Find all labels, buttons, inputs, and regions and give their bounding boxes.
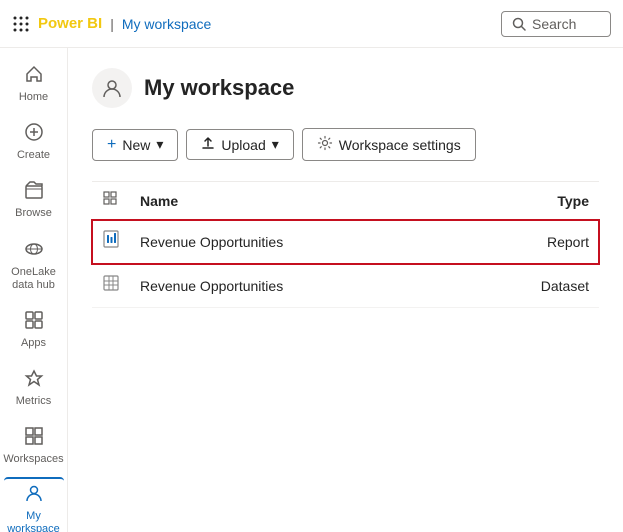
sidebar-workspaces-label: Workspaces bbox=[3, 453, 63, 466]
search-label: Search bbox=[532, 16, 576, 32]
col-type-header: Type bbox=[461, 182, 599, 220]
grid-icon[interactable] bbox=[12, 15, 30, 33]
content-header: My workspace bbox=[92, 68, 599, 108]
sidebar-item-home[interactable]: Home bbox=[4, 56, 64, 112]
sidebar-metrics-label: Metrics bbox=[16, 395, 51, 408]
workspace-settings-button[interactable]: Workspace settings bbox=[302, 128, 476, 161]
sidebar-item-create[interactable]: Create bbox=[4, 114, 64, 170]
table-row[interactable]: Revenue Opportunities Report bbox=[92, 220, 599, 264]
onelake-icon bbox=[24, 239, 44, 264]
page-title: My workspace bbox=[144, 75, 294, 101]
browse-icon bbox=[24, 180, 44, 205]
metrics-icon bbox=[24, 368, 44, 393]
chevron-down-icon: ▾ bbox=[156, 136, 163, 153]
row2-icon-cell bbox=[92, 264, 130, 308]
col-icon-header bbox=[92, 182, 130, 220]
upload-icon bbox=[201, 136, 215, 153]
col-name-header: Name bbox=[130, 182, 461, 220]
sidebar-item-onelake[interactable]: OneLake data hub bbox=[4, 231, 64, 300]
app-logo[interactable]: Power BI bbox=[38, 15, 102, 32]
topbar-separator: | bbox=[110, 16, 114, 32]
new-button-label: New bbox=[122, 137, 150, 153]
workspaces-icon bbox=[24, 426, 44, 451]
sidebar-item-apps[interactable]: Apps bbox=[4, 302, 64, 358]
sidebar-myworkspace-label: My workspace bbox=[7, 510, 60, 532]
topbar-left: Power BI | My workspace bbox=[12, 15, 211, 33]
sidebar-onelake-label: OneLake data hub bbox=[8, 266, 60, 292]
sidebar-apps-label: Apps bbox=[21, 337, 46, 350]
workspace-avatar bbox=[92, 68, 132, 108]
apps-icon bbox=[24, 310, 44, 335]
home-icon bbox=[24, 64, 44, 89]
topbar-workspace-link[interactable]: My workspace bbox=[122, 16, 211, 32]
sidebar-item-metrics[interactable]: Metrics bbox=[4, 360, 64, 416]
sidebar-item-myworkspace[interactable]: My workspace bbox=[4, 477, 64, 532]
sidebar-item-workspaces[interactable]: Workspaces bbox=[4, 418, 64, 474]
action-bar: + New ▾ Upload ▾ bbox=[92, 128, 599, 161]
new-button[interactable]: + New ▾ bbox=[92, 129, 178, 161]
content-area: My workspace + New ▾ Upload ▾ bbox=[68, 48, 623, 532]
search-icon bbox=[512, 17, 526, 31]
dataset-icon bbox=[102, 274, 120, 292]
sidebar-create-label: Create bbox=[17, 149, 50, 162]
row1-icon-cell bbox=[92, 220, 130, 264]
gear-icon bbox=[317, 135, 333, 154]
search-box[interactable]: Search bbox=[501, 11, 611, 37]
row1-name: Revenue Opportunities bbox=[130, 220, 461, 264]
main-layout: Home Create Browse bbox=[0, 48, 623, 532]
items-table: Name Type Revenue Opportunities bbox=[92, 182, 599, 308]
sidebar-browse-label: Browse bbox=[15, 207, 52, 220]
report-icon bbox=[102, 230, 120, 248]
row2-type: Dataset bbox=[461, 264, 599, 308]
upload-chevron-icon: ▾ bbox=[272, 136, 279, 153]
row1-type: Report bbox=[461, 220, 599, 264]
create-icon bbox=[24, 122, 44, 147]
settings-button-label: Workspace settings bbox=[339, 137, 461, 153]
sidebar-item-browse[interactable]: Browse bbox=[4, 172, 64, 228]
myworkspace-icon bbox=[24, 483, 44, 508]
sidebar: Home Create Browse bbox=[0, 48, 68, 532]
plus-icon: + bbox=[107, 136, 116, 154]
sidebar-home-label: Home bbox=[19, 91, 48, 104]
upload-button[interactable]: Upload ▾ bbox=[186, 129, 293, 160]
table-row[interactable]: Revenue Opportunities Dataset bbox=[92, 264, 599, 308]
row2-name: Revenue Opportunities bbox=[130, 264, 461, 308]
topbar: Power BI | My workspace Search bbox=[0, 0, 623, 48]
table-header-row: Name Type bbox=[92, 182, 599, 220]
upload-button-label: Upload bbox=[221, 137, 265, 153]
